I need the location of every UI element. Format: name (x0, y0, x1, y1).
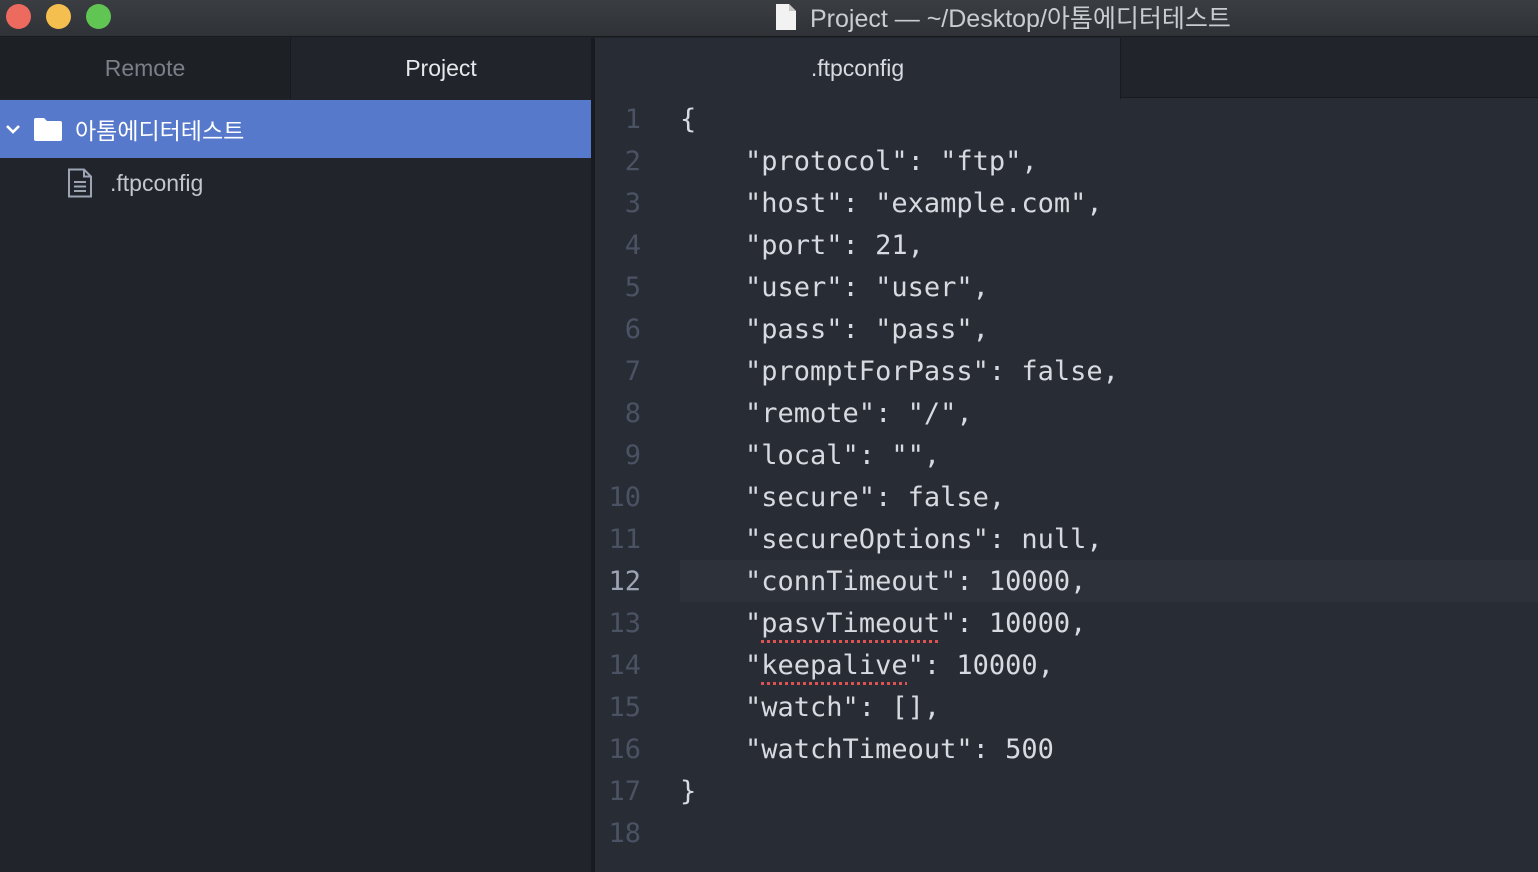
code-line-text: "secureOptions": null, (680, 523, 1103, 555)
code-line[interactable]: 3 "host": "example.com", (595, 182, 1538, 224)
line-number: 4 (624, 229, 641, 261)
code-line-text: "user": "user", (680, 271, 989, 303)
line-number: 9 (624, 439, 641, 471)
code-line[interactable]: 1{ (595, 98, 1538, 140)
line-number: 15 (608, 691, 641, 723)
code-line[interactable]: 10 "secure": false, (595, 476, 1538, 518)
tree-file-label: .ftpconfig (110, 169, 204, 196)
code-line[interactable]: 7 "promptForPass": false, (595, 350, 1538, 392)
code-line[interactable]: 4 "port": 21, (595, 224, 1538, 266)
code-line-text: "promptForPass": false, (680, 355, 1119, 387)
tree-view-panel: Remote Project 아톰에디터테스트 .ftpconfig (0, 38, 591, 872)
line-number: 14 (608, 649, 641, 681)
line-number: 6 (624, 313, 641, 345)
line-number: 3 (624, 187, 641, 219)
spellcheck-flagged-word[interactable]: pasvTimeout (761, 608, 940, 639)
code-line-text: " keepalive ": 10000, (680, 644, 1538, 686)
line-number: 12 (608, 565, 641, 597)
code-line[interactable]: 12 "connTimeout": 10000, (595, 560, 1538, 602)
code-line[interactable]: 18 (595, 812, 1538, 854)
editor-pane: .ftpconfig 1{2 "protocol": "ftp", 3 "host… (595, 38, 1538, 872)
line-number: 13 (608, 607, 641, 639)
line-number: 17 (608, 775, 641, 807)
code-text-segment: " (680, 607, 762, 639)
line-number: 16 (608, 733, 641, 765)
line-number: 11 (608, 523, 641, 555)
code-line[interactable]: 8 "remote": "/", (595, 392, 1538, 434)
window-title: Project — ~/Desktop/아톰에디터테스트 (775, 0, 1231, 34)
minimize-window-button[interactable] (46, 4, 71, 29)
code-line-text: "watchTimeout": 500 (680, 733, 1054, 765)
code-line[interactable]: 14 " keepalive ": 10000, (595, 644, 1538, 686)
code-line[interactable]: 2 "protocol": "ftp", (595, 140, 1538, 182)
code-text-segment: ": 10000, (940, 607, 1087, 639)
code-line-text: "protocol": "ftp", (680, 145, 1038, 177)
code-line[interactable]: 9 "local": "", (595, 434, 1538, 476)
code-line[interactable]: 13 " pasvTimeout ": 10000, (595, 602, 1538, 644)
code-line-text: "connTimeout": 10000, (680, 560, 1538, 602)
code-line-text: " pasvTimeout ": 10000, (680, 602, 1538, 644)
code-line[interactable]: 17} (595, 770, 1538, 812)
code-line[interactable]: 11 "secureOptions": null, (595, 518, 1538, 560)
editor-tab-ftpconfig[interactable]: .ftpconfig (595, 38, 1121, 99)
code-text-segment: " (680, 649, 762, 681)
line-number: 1 (624, 103, 641, 135)
code-line-text: "host": "example.com", (680, 187, 1103, 219)
maximize-window-button[interactable] (86, 4, 111, 29)
code-line[interactable]: 6 "pass": "pass", (595, 308, 1538, 350)
code-line[interactable]: 5 "user": "user", (595, 266, 1538, 308)
close-window-button[interactable] (6, 4, 31, 29)
code-line-text: "secure": false, (680, 481, 1006, 513)
tree-root-folder[interactable]: 아톰에디터테스트 (0, 100, 591, 158)
code-line[interactable]: 16 "watchTimeout": 500 (595, 728, 1538, 770)
tab-remote[interactable]: Remote (0, 38, 291, 99)
code-line-text: "watch": [], (680, 691, 941, 723)
tab-project[interactable]: Project (291, 38, 591, 99)
code-line[interactable]: 15 "watch": [], (595, 686, 1538, 728)
line-number: 5 (624, 271, 641, 303)
window-title-text: Project — ~/Desktop/아톰에디터테스트 (810, 5, 1231, 33)
sidebar-tab-bar: Remote Project (0, 38, 591, 99)
code-line-text: "remote": "/", (680, 397, 973, 429)
code-line-text: "pass": "pass", (680, 313, 989, 345)
code-line-text: "port": 21, (680, 229, 924, 261)
file-text-icon (66, 168, 94, 198)
line-number: 10 (608, 481, 641, 513)
spellcheck-flagged-word[interactable]: keepalive (761, 650, 907, 681)
editor-tab-bar: .ftpconfig (595, 38, 1538, 99)
document-icon (775, 3, 797, 31)
code-text-segment: ": 10000, (907, 649, 1054, 681)
line-number: 18 (608, 817, 641, 849)
code-editor[interactable]: 1{2 "protocol": "ftp", 3 "host": "example… (595, 98, 1538, 872)
code-line-text: } (680, 775, 697, 807)
folder-icon (33, 116, 63, 142)
tree-file-item[interactable]: .ftpconfig (0, 158, 591, 208)
line-number: 7 (624, 355, 641, 387)
code-line-text: { (680, 103, 697, 135)
line-number: 8 (624, 397, 641, 429)
chevron-down-icon[interactable] (5, 121, 21, 137)
line-number: 2 (624, 145, 641, 177)
tree-root-label: 아톰에디터테스트 (75, 118, 245, 144)
code-line-text: "local": "", (680, 439, 941, 471)
title-bar: Project — ~/Desktop/아톰에디터테스트 (0, 0, 1538, 37)
